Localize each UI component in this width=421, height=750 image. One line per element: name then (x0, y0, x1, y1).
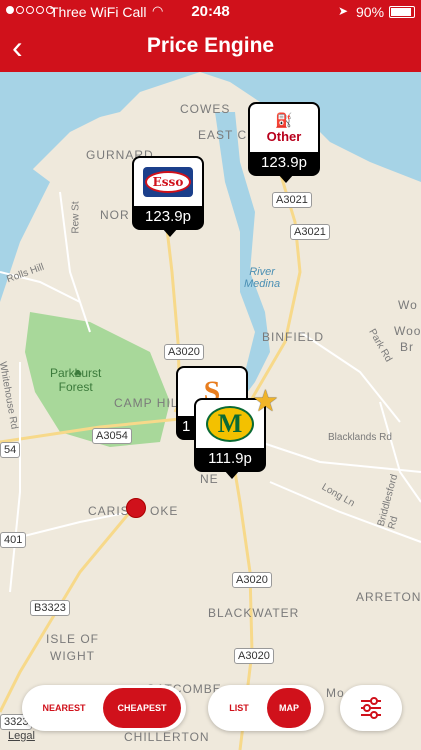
place-woo: Woo (394, 324, 421, 338)
place-northwood: NOR (100, 208, 130, 222)
station-pin-esso[interactable]: Esso 123.9p (132, 156, 204, 237)
view-map-button[interactable]: MAP (267, 688, 311, 728)
place-carisbrooke-a: CARIS (88, 504, 130, 518)
sort-cheapest-button[interactable]: CHEAPEST (103, 688, 181, 728)
road-401: 401 (0, 532, 27, 548)
road-a3021-b: A3021 (290, 224, 330, 240)
app: Three WiFi Call ◠ 20:48 ➤ 90% ‹ Price En… (0, 0, 421, 750)
star-icon: ★ (252, 385, 279, 418)
place-east-cowes: EAST C (198, 128, 248, 142)
place-camp-hill: CAMP HIL (114, 396, 179, 410)
station-pin-other[interactable]: ⛽ Other 123.9p (248, 102, 320, 183)
road-a3020-b: A3020 (232, 572, 272, 588)
road-a3020-c: A3020 (234, 648, 274, 664)
location-arrow-icon: ➤ (338, 4, 349, 18)
view-toggle: LIST MAP (208, 685, 324, 731)
station-brand: Other (266, 129, 302, 144)
sliders-icon (361, 697, 381, 719)
street-blacklands-rd: Blacklands Rd (328, 432, 392, 443)
status-bar: Three WiFi Call ◠ 20:48 ➤ 90% (0, 0, 421, 24)
tree-icon: ♣ (74, 366, 82, 380)
station-price: 123.9p (145, 208, 191, 225)
nav-bar: ‹ Price Engine (0, 24, 421, 72)
road-54: 54 (0, 442, 21, 458)
place-blackwater: BLACKWATER (208, 606, 300, 620)
station-price: 111.9p (208, 450, 252, 467)
station-brand: Esso (144, 171, 192, 193)
street-rew-st: Rew St (70, 201, 82, 234)
other-logo: ⛽ Other (250, 104, 318, 152)
filter-button[interactable] (340, 685, 402, 731)
road-a3021-a: A3021 (272, 192, 312, 208)
place-wo: Wo (398, 298, 418, 312)
place-isle-of: ISLE OF (46, 632, 100, 646)
road-a3054: A3054 (92, 428, 132, 444)
sort-toggle: NEAREST CHEAPEST (22, 685, 186, 731)
battery-percent: 90% (356, 4, 385, 20)
river-label: River Medina (244, 266, 281, 290)
view-list-button[interactable]: LIST (211, 688, 267, 728)
sort-nearest-button[interactable]: NEAREST (25, 688, 103, 728)
road-b3323: B3323 (30, 600, 70, 616)
place-newport: NE (200, 472, 219, 486)
road-a3020-a: A3020 (164, 344, 204, 360)
place-cowes: COWES (180, 102, 231, 116)
esso-logo: Esso (134, 158, 202, 206)
battery-icon (389, 6, 415, 18)
place-carisbrooke-b: OKE (150, 504, 179, 518)
fuel-drop-icon: ⛽ (275, 112, 293, 128)
place-chillerton: CHILLERTON (124, 730, 210, 744)
place-binfield: BINFIELD (262, 330, 325, 344)
station-brand: M (217, 409, 243, 438)
station-price: 123.9p (261, 154, 307, 171)
legal-link[interactable]: Legal (8, 730, 35, 742)
location-marker (126, 498, 146, 518)
place-arreton: ARRETON (356, 590, 421, 604)
map-view[interactable]: COWES EAST C GURNARD NOR BINFIELD CAMP H… (0, 72, 421, 750)
place-br: Br (400, 340, 414, 354)
page-title: Price Engine (146, 34, 275, 57)
place-wight: WIGHT (50, 649, 95, 663)
